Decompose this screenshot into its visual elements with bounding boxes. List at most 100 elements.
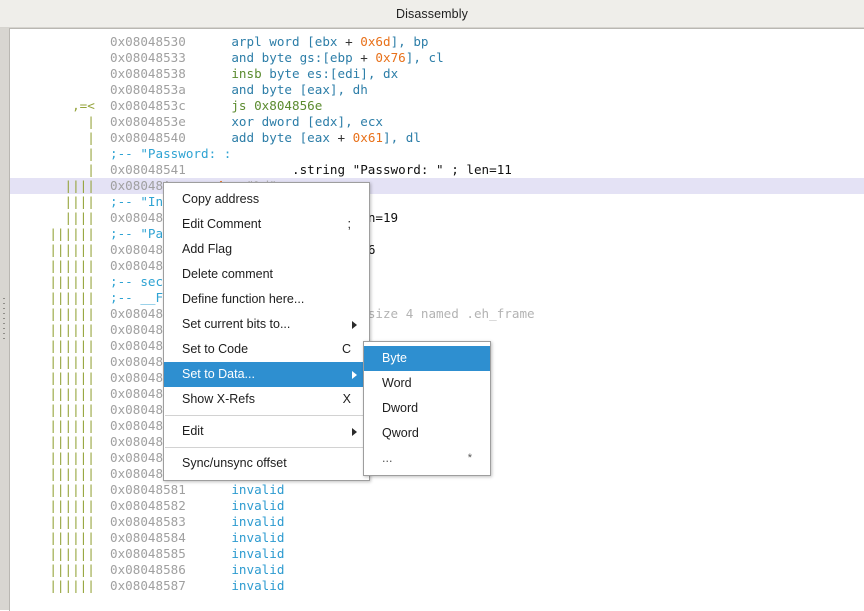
disassembly-row[interactable]: |||||| 0x08048585 invalid bbox=[10, 546, 864, 562]
menu-item-label: Set current bits to... bbox=[182, 317, 291, 331]
disassembly-row[interactable]: |||||| 0x08048587 invalid bbox=[10, 578, 864, 594]
menu-item-label: ... bbox=[382, 451, 393, 465]
disassembly-row[interactable]: | 0x08048540 add byte [eax + 0x61], dl bbox=[10, 130, 864, 146]
control-flow-gutter bbox=[10, 50, 110, 66]
context-menu-item[interactable]: Set to Code C bbox=[164, 337, 369, 362]
context-menu-item[interactable]: Edit bbox=[164, 419, 369, 444]
instruction-token: eax bbox=[307, 130, 330, 145]
set-to-data-submenu[interactable]: Byte Word Dword Qword... * bbox=[363, 341, 491, 476]
menu-item-shortcut: ; bbox=[347, 217, 351, 231]
menu-item-shortcut: * bbox=[467, 452, 472, 464]
flag-comment: ;-- sec bbox=[110, 274, 164, 289]
disassembly-row[interactable]: ,=< 0x0804853c js 0x804856e bbox=[10, 98, 864, 114]
instruction-token: 0x6d bbox=[360, 34, 391, 49]
submenu-item[interactable]: Dword bbox=[364, 396, 490, 421]
column-gap bbox=[186, 482, 232, 497]
disassembly-row[interactable]: 0x0804853a and byte [eax], dh bbox=[10, 82, 864, 98]
control-flow-gutter: |||||| bbox=[49, 226, 110, 241]
submenu-item[interactable]: Qword bbox=[364, 421, 490, 446]
context-menu-item[interactable]: Sync/unsync offset bbox=[164, 451, 369, 476]
instruction-address: 0x08048585 bbox=[110, 546, 186, 561]
disassembly-row[interactable]: |||||| ;-- sec bbox=[10, 274, 864, 290]
instruction-token: edi bbox=[337, 66, 361, 81]
splitter-grip-icon bbox=[3, 298, 5, 340]
instruction-token: invalid bbox=[231, 578, 285, 593]
disassembly-row[interactable]: 0x08048538 insb byte es:[edi], dx bbox=[10, 66, 864, 82]
instruction-address: 0x08048587 bbox=[110, 578, 186, 593]
context-menu-item[interactable]: Copy address bbox=[164, 187, 369, 212]
instruction-token: + bbox=[329, 130, 353, 145]
disassembly-row[interactable]: |||| ;-- "Inv bbox=[10, 194, 864, 210]
control-flow-gutter: |||||| bbox=[49, 450, 110, 465]
instruction-token: byte es:[ bbox=[269, 66, 338, 81]
instruction-token: cl bbox=[428, 50, 444, 65]
control-flow-gutter: |||||| bbox=[49, 562, 110, 577]
control-flow-gutter: |||||| bbox=[49, 498, 110, 513]
context-menu[interactable]: Copy address Edit Comment; Add Flag Delete … bbox=[163, 182, 370, 481]
context-menu-item[interactable]: Set to Data... bbox=[164, 362, 369, 387]
column-gap bbox=[186, 66, 232, 81]
pane-splitter[interactable] bbox=[0, 28, 9, 610]
disassembly-row[interactable]: |||||| 0x08048584 invalid bbox=[10, 530, 864, 546]
column-gap bbox=[186, 98, 232, 113]
instruction-address: 0x08048! bbox=[110, 322, 171, 337]
disassembly-row[interactable]: |||||| 0x08048! bbox=[10, 322, 864, 338]
instruction-address: 0x08048! bbox=[110, 370, 171, 385]
disassembly-row[interactable]: |||| 0x08048! 4 ; "%d" bbox=[10, 178, 864, 194]
column-gap bbox=[186, 546, 232, 561]
context-menu-item[interactable]: Define function here... bbox=[164, 287, 369, 312]
disassembly-row[interactable]: |||||| ;-- "Pas bbox=[10, 226, 864, 242]
disassembly-row[interactable]: | 0x0804853e xor dword [edx], ecx bbox=[10, 114, 864, 130]
context-menu-item[interactable]: Edit Comment; bbox=[164, 212, 369, 237]
instruction-address: 0x08048530 bbox=[110, 34, 186, 49]
context-menu-item[interactable]: Delete comment bbox=[164, 262, 369, 287]
control-flow-gutter: |||||| bbox=[49, 242, 110, 257]
disassembly-row[interactable]: |||||| 0x08048582 invalid bbox=[10, 498, 864, 514]
control-flow-gutter: |||||| bbox=[49, 466, 110, 481]
instruction-token: ], bbox=[405, 50, 429, 65]
disassembly-row[interactable]: |||||| ;-- __F bbox=[10, 290, 864, 306]
disassembly-row[interactable]: |||||| 0x08048581 invalid bbox=[10, 482, 864, 498]
column-gap bbox=[186, 82, 232, 97]
disassembly-row[interactable]: |||||| 0x08048583 invalid bbox=[10, 514, 864, 530]
disassembly-row[interactable]: 0x08048530 arpl word [ebx + 0x6d], bp bbox=[10, 34, 864, 50]
control-flow-gutter: |||||| bbox=[49, 306, 110, 321]
column-gap bbox=[186, 578, 232, 593]
context-menu-item[interactable]: Add Flag bbox=[164, 237, 369, 262]
instruction-token: ebx bbox=[314, 34, 338, 49]
menu-item-label: Edit Comment bbox=[182, 217, 262, 231]
menu-item-label: Add Flag bbox=[182, 242, 233, 256]
menu-item-label: Byte bbox=[382, 351, 408, 365]
instruction-address: 0x08048! bbox=[110, 338, 171, 353]
disassembly-row[interactable]: |||||| 0x08048586 invalid bbox=[10, 562, 864, 578]
instruction-address: 0x08048! bbox=[110, 242, 171, 257]
instruction-address: 0x0804853a bbox=[110, 82, 186, 97]
context-menu-item[interactable]: Show X-Refs X bbox=[164, 387, 369, 412]
submenu-item[interactable]: Byte bbox=[364, 346, 490, 371]
instruction-token: eax bbox=[307, 82, 330, 97]
submenu-item[interactable]: ... * bbox=[364, 446, 490, 471]
menu-separator bbox=[165, 415, 368, 416]
disassembly-pane[interactable]: 0x08048530 arpl word [ebx + 0x6d], bp 0x… bbox=[9, 28, 864, 611]
disassembly-row[interactable]: |||||| 0x08048! ord OK :)\n" ; len=16 bbox=[10, 242, 864, 258]
control-flow-gutter: ,=< bbox=[72, 98, 110, 113]
disassembly-row[interactable]: |||| 0x08048! id Password!\n" ; len=19 bbox=[10, 210, 864, 226]
context-menu-item[interactable]: Set current bits to... bbox=[164, 312, 369, 337]
instruction-token: dl bbox=[405, 130, 421, 145]
menu-item-label: Sync/unsync offset bbox=[182, 456, 287, 470]
control-flow-gutter: |||||| bbox=[49, 578, 110, 593]
disassembly-row[interactable]: |||||| 0x08048! bbox=[10, 258, 864, 274]
submenu-item[interactable]: Word bbox=[364, 371, 490, 396]
instruction-token: invalid bbox=[231, 546, 285, 561]
disassembly-row[interactable]: | ;-- "Password: : bbox=[10, 146, 864, 162]
disassembly-row[interactable]: | 0x08048541 .string "Password: " ; len=… bbox=[10, 162, 864, 178]
submenu-arrow-icon bbox=[352, 427, 357, 436]
disassembly-row[interactable]: 0x08048533 and byte gs:[ebp + 0x76], cl bbox=[10, 50, 864, 66]
disassembly-row[interactable]: |||||| 0x08048! ; [16] -r-- section size… bbox=[10, 306, 864, 322]
instruction-token: edx bbox=[314, 114, 338, 129]
instruction-token: ], bbox=[383, 130, 406, 145]
instruction-address: 0x08048! bbox=[110, 210, 171, 225]
instruction-token: ], bbox=[329, 82, 353, 97]
instruction-address: 0x08048! bbox=[110, 402, 171, 417]
instruction-token: add bbox=[231, 130, 262, 145]
